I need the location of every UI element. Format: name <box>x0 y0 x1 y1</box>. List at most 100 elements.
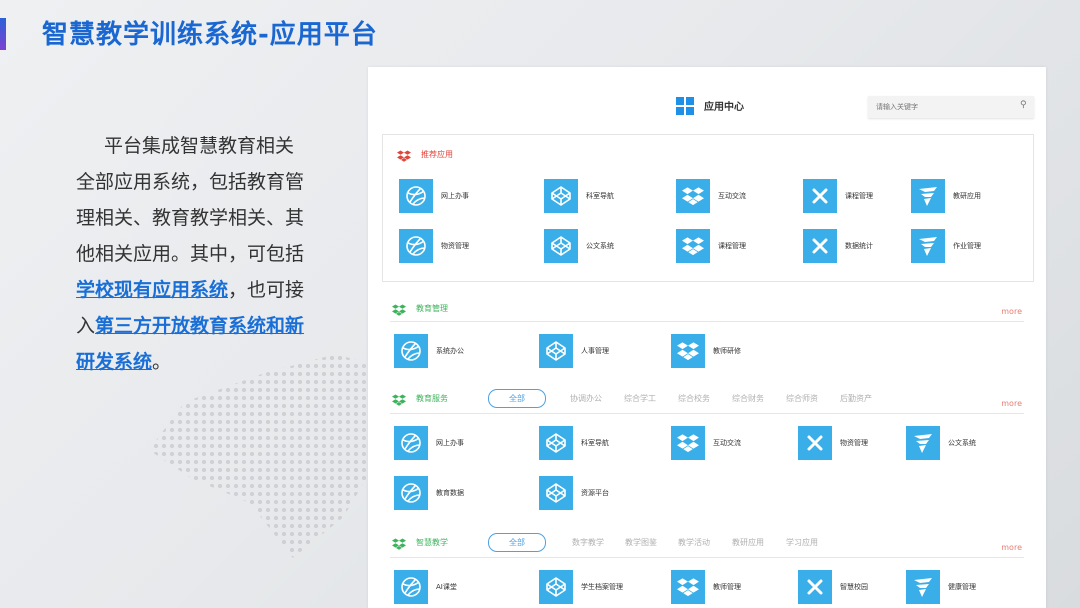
codepen-icon <box>539 570 573 604</box>
app-name: 教研应用 <box>953 192 981 200</box>
basketball-icon <box>394 570 428 604</box>
app-tile[interactable]: 学生档案管理 <box>539 569 671 605</box>
search-input[interactable] <box>868 96 1034 118</box>
app-tile[interactable]: 互动交流 <box>676 178 803 214</box>
tab-logistics-assets[interactable]: 后勤资产 <box>840 393 872 404</box>
dropbox-icon <box>671 570 705 604</box>
app-tile[interactable]: 物资管理 <box>798 425 906 461</box>
app-tile[interactable]: 教师管理 <box>671 569 798 605</box>
app-center-title: 应用中心 <box>704 102 744 113</box>
app-name: 互动交流 <box>713 439 741 447</box>
app-tile[interactable]: 智慧校园 <box>798 569 906 605</box>
app-name: 互动交流 <box>718 192 746 200</box>
tab-teaching-atlas[interactable]: 教学图鉴 <box>625 537 657 548</box>
windows-logo-icon <box>676 97 694 115</box>
description-text: 平台集成智慧教育相关全部应用系统，包括教育管理相关、教育教学相关、其他相关应用。… <box>76 135 305 265</box>
wing-icon <box>911 229 945 263</box>
edu-service-label: 教育服务 <box>416 394 448 403</box>
app-name: 教育数据 <box>436 489 464 497</box>
basketball-icon <box>394 476 428 510</box>
tab-research-apps[interactable]: 教研应用 <box>732 537 764 548</box>
app-name: 健康管理 <box>948 583 976 591</box>
tab-coordination-office[interactable]: 协调办公 <box>570 393 602 404</box>
app-tile[interactable]: 物资管理 <box>399 228 544 264</box>
tab-learning-apps[interactable]: 学习应用 <box>786 537 818 548</box>
codepen-icon <box>544 179 578 213</box>
slide-description: 平台集成智慧教育相关全部应用系统，包括教育管理相关、教育教学相关、其他相关应用。… <box>76 128 308 380</box>
highlight-existing-systems: 学校现有应用系统 <box>76 279 229 301</box>
slide-title: 智慧教学训练系统-应用平台 <box>42 20 378 50</box>
app-tile[interactable]: 人事管理 <box>539 333 671 369</box>
tab-digital-teaching[interactable]: 数字教学 <box>572 537 604 548</box>
app-name: 网上办事 <box>441 192 469 200</box>
dropbox-icon <box>676 229 710 263</box>
app-center-header: 应用中心 ⚲ <box>368 67 1046 125</box>
app-center-panel: 应用中心 ⚲ 推荐应用 网上办事科室导航互动交流课程管理教研应用物资管理公文系统… <box>368 67 1046 608</box>
app-tile[interactable]: 课程管理 <box>803 178 911 214</box>
app-name: 系统办公 <box>436 347 464 355</box>
tab-student-affairs[interactable]: 综合学工 <box>624 393 656 404</box>
app-name: 课程管理 <box>845 192 873 200</box>
smart-teaching-apps-grid: AI课堂 学生档案管理 教师管理 智慧校园 健康管理 <box>394 569 1016 605</box>
app-tile[interactable]: 科室导航 <box>539 425 671 461</box>
app-tile[interactable]: 作业管理 <box>911 228 1021 264</box>
app-tile[interactable]: 教师研修 <box>671 333 798 369</box>
app-name: 物资管理 <box>840 439 868 447</box>
codepen-icon <box>539 334 573 368</box>
app-tile[interactable]: 数据统计 <box>803 228 911 264</box>
dropbox-icon <box>671 426 705 460</box>
app-tile[interactable]: 网上办事 <box>399 178 544 214</box>
app-name: 科室导航 <box>586 192 614 200</box>
tab-all[interactable]: 全部 <box>488 533 546 552</box>
wing-icon <box>911 179 945 213</box>
app-tile[interactable]: 互动交流 <box>671 425 798 461</box>
more-link[interactable]: more <box>1001 543 1022 552</box>
app-name: AI课堂 <box>436 583 457 591</box>
app-tile[interactable]: 教研应用 <box>911 178 1021 214</box>
codepen-icon <box>544 229 578 263</box>
app-tile[interactable]: 公文系统 <box>906 425 1016 461</box>
app-tile[interactable]: AI课堂 <box>394 569 539 605</box>
recommended-apps-section: 推荐应用 网上办事 科室导航 互动交流 课程管理 教研应用 物资管理 公文系统 课程管理 数据统… <box>382 134 1034 282</box>
app-tile[interactable]: 科室导航 <box>544 178 676 214</box>
tab-teachers[interactable]: 综合师资 <box>786 393 818 404</box>
app-name: 公文系统 <box>948 439 976 447</box>
description-text-end: 。 <box>152 351 172 373</box>
edu-management-section: 教育管理 more 系统办公 人事管理 教师研修 <box>382 297 1034 377</box>
tab-finance[interactable]: 综合财务 <box>732 393 764 404</box>
app-name: 物资管理 <box>441 242 469 250</box>
dropbox-green-icon <box>392 535 406 554</box>
tab-all[interactable]: 全部 <box>488 389 546 408</box>
basketball-icon <box>394 334 428 368</box>
basketball-icon <box>394 426 428 460</box>
edu-service-apps-grid: 网上办事 科室导航 互动交流 物资管理 公文系统教育数据 资源平台 <box>394 425 1016 511</box>
app-name: 人事管理 <box>581 347 609 355</box>
app-tile[interactable]: 资源平台 <box>539 475 671 511</box>
x-icon <box>798 426 832 460</box>
section-divider <box>390 321 1024 322</box>
app-name: 科室导航 <box>581 439 609 447</box>
app-tile[interactable]: 课程管理 <box>676 228 803 264</box>
edu-management-apps-grid: 系统办公 人事管理 教师研修 <box>394 333 798 369</box>
recommended-apps-grid: 网上办事 科室导航 互动交流 课程管理 教研应用 物资管理 公文系统 课程管理 数据统计 作业管理 <box>399 178 1021 264</box>
app-tile[interactable]: 公文系统 <box>544 228 676 264</box>
more-link[interactable]: more <box>1001 399 1022 408</box>
smart-teaching-label: 智慧教学 <box>416 538 448 547</box>
app-name: 公文系统 <box>586 242 614 250</box>
x-icon <box>803 179 837 213</box>
tab-school-affairs[interactable]: 综合校务 <box>678 393 710 404</box>
tab-teaching-activities[interactable]: 教学活动 <box>678 537 710 548</box>
search-icon[interactable]: ⚲ <box>1020 100 1027 110</box>
wing-icon <box>906 570 940 604</box>
app-name: 网上办事 <box>436 439 464 447</box>
more-link[interactable]: more <box>1001 307 1022 316</box>
app-name: 资源平台 <box>581 489 609 497</box>
app-tile[interactable]: 健康管理 <box>906 569 1016 605</box>
dropbox-green-icon <box>392 391 406 410</box>
section-divider <box>390 557 1024 558</box>
app-tile[interactable]: 系统办公 <box>394 333 539 369</box>
x-icon <box>803 229 837 263</box>
app-tile[interactable]: 网上办事 <box>394 425 539 461</box>
app-tile[interactable]: 教育数据 <box>394 475 539 511</box>
app-name: 智慧校园 <box>840 583 868 591</box>
